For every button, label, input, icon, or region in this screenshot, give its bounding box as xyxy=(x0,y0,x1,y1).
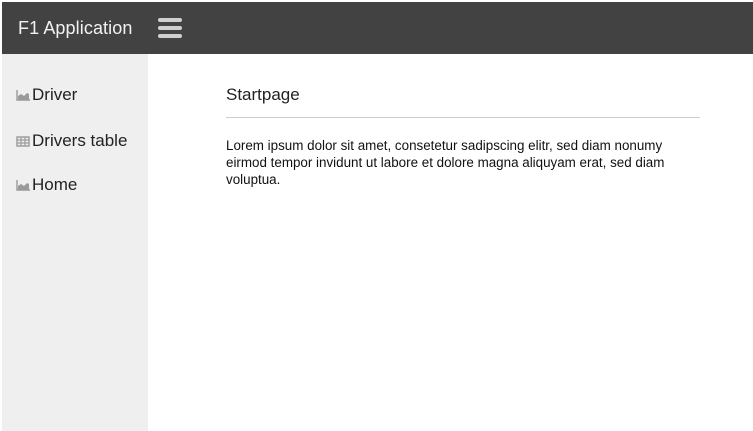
area-chart-icon xyxy=(16,89,30,101)
page-title: Startpage xyxy=(226,85,300,104)
sidebar-item-driver[interactable]: Driver xyxy=(16,85,77,105)
top-app-bar: F1 Application xyxy=(2,2,753,54)
app-title: F1 Application xyxy=(18,17,133,38)
sidebar-item-drivers-table[interactable]: Drivers table xyxy=(16,131,127,151)
table-icon xyxy=(16,135,30,147)
page-body-text: Lorem ipsum dolor sit amet, consetetur s… xyxy=(226,138,665,187)
sidebar-item-label: Driver xyxy=(32,85,78,104)
sidebar-item-label: Drivers table xyxy=(32,131,128,150)
main-content: Startpage Lorem ipsum dolor sit amet, co… xyxy=(148,54,753,431)
area-chart-icon xyxy=(16,179,30,191)
app-window: F1 Application Driver Drivers table Home… xyxy=(0,0,753,431)
sidebar: Driver Drivers table Home xyxy=(2,54,148,431)
title-divider xyxy=(226,117,700,118)
sidebar-item-label: Home xyxy=(32,175,78,194)
hamburger-menu-icon[interactable] xyxy=(158,18,183,38)
sidebar-item-home[interactable]: Home xyxy=(16,175,77,195)
